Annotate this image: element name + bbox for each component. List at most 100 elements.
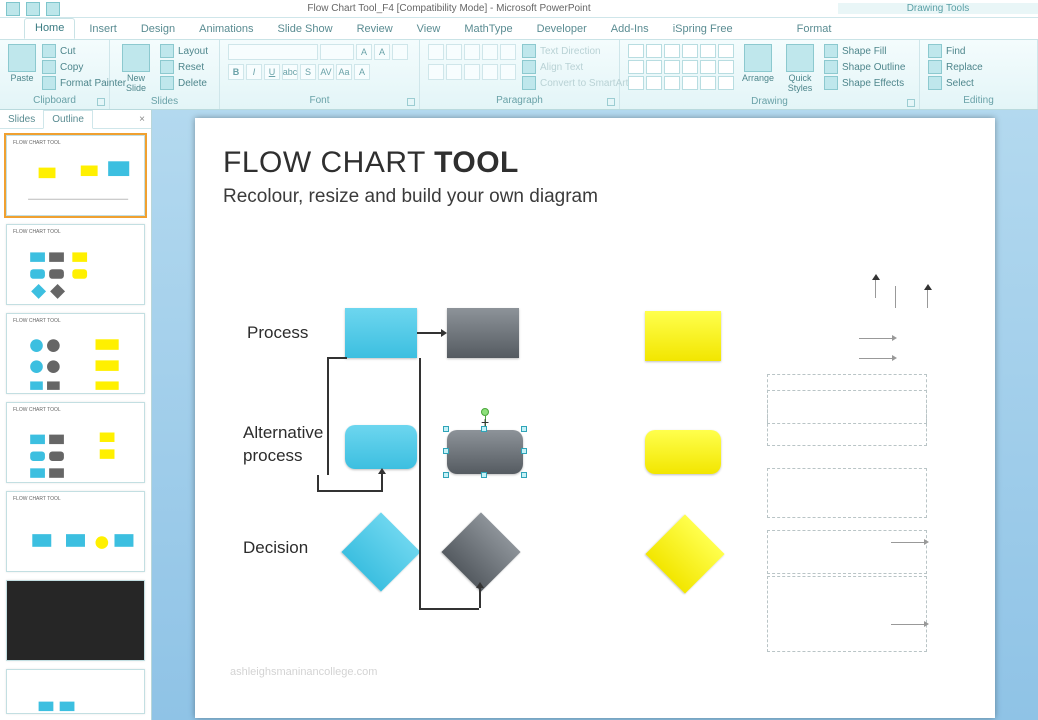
dialog-launcher-icon[interactable] [97, 98, 105, 106]
tab-animations[interactable]: Animations [189, 20, 263, 39]
shape-outline-button[interactable]: Shape Outline [824, 60, 905, 74]
label-altprocess-2[interactable]: process [243, 446, 303, 466]
shape-decision-cyan[interactable] [341, 512, 420, 591]
arrange-button[interactable]: Arrange [740, 44, 776, 84]
tab-ispring[interactable]: iSpring Free [663, 20, 743, 39]
select-button[interactable]: Select [928, 76, 983, 90]
tab-insert[interactable]: Insert [79, 20, 127, 39]
slide-thumb-3[interactable]: FLOW CHART TOOL [6, 313, 145, 394]
shape-effects-button[interactable]: Shape Effects [824, 76, 905, 90]
font-size-combo[interactable] [320, 44, 354, 60]
convert-smartart-button[interactable]: Convert to SmartArt [522, 76, 628, 90]
italic-button[interactable]: I [246, 64, 262, 80]
dec-indent-icon[interactable] [464, 44, 480, 60]
handle-ne[interactable] [521, 426, 527, 432]
shape-altprocess-yellow[interactable] [645, 430, 721, 474]
columns-icon[interactable] [500, 64, 516, 80]
slide-thumb-1[interactable]: FLOW CHART TOOL [6, 135, 145, 216]
text-direction-button[interactable]: Text Direction [522, 44, 628, 58]
tab-home[interactable]: Home [24, 18, 75, 39]
label-process[interactable]: Process [247, 323, 308, 343]
tab-design[interactable]: Design [131, 20, 185, 39]
dialog-launcher-icon[interactable] [407, 98, 415, 106]
handle-s[interactable] [481, 472, 487, 478]
reset-button[interactable]: Reset [160, 60, 208, 74]
connector-arrow-1[interactable] [417, 332, 445, 334]
shape-altprocess-cyan[interactable] [345, 425, 417, 469]
align-text-button[interactable]: Align Text [522, 60, 628, 74]
thumbnails[interactable]: FLOW CHART TOOL FLOW CHART TOOL FLOW CHA… [0, 129, 151, 720]
handle-sw[interactable] [443, 472, 449, 478]
replace-button[interactable]: Replace [928, 60, 983, 74]
strike-button[interactable]: abc [282, 64, 298, 80]
align-center-icon[interactable] [446, 64, 462, 80]
slide-subtitle[interactable]: Recolour, resize and build your own diag… [223, 186, 598, 208]
tiny-arrow-3[interactable] [891, 542, 927, 543]
slide-thumb-4[interactable]: FLOW CHART TOOL [6, 402, 145, 483]
find-button[interactable]: Find [928, 44, 983, 58]
label-altprocess-1[interactable]: Alternative [243, 423, 323, 443]
tiny-arrow-1[interactable] [859, 338, 895, 339]
label-decision[interactable]: Decision [243, 538, 308, 558]
shape-process-cyan[interactable] [345, 308, 417, 358]
shape-altprocess-gray-selected[interactable] [447, 430, 523, 474]
connector-h1[interactable] [327, 357, 347, 359]
placeholder-5[interactable] [767, 576, 927, 652]
tiny-arrow-4[interactable] [891, 624, 927, 625]
new-slide-button[interactable]: New Slide [118, 44, 154, 94]
handle-nw[interactable] [443, 426, 449, 432]
delete-button[interactable]: Delete [160, 76, 208, 90]
placeholder-2[interactable] [767, 390, 927, 446]
connector-arrow-up[interactable] [479, 584, 481, 608]
slide-title[interactable]: FLOW CHART TOOL [223, 146, 519, 180]
slide-thumb-2[interactable]: FLOW CHART TOOL [6, 224, 145, 305]
placeholder-4[interactable] [767, 530, 927, 574]
numbering-icon[interactable] [446, 44, 462, 60]
slide-canvas[interactable]: FLOW CHART TOOL Recolour, resize and bui… [195, 118, 995, 718]
connector-v2[interactable] [419, 358, 421, 608]
tiny-arrow-2[interactable] [859, 358, 895, 359]
grow-font-icon[interactable]: A [356, 44, 372, 60]
tab-view[interactable]: View [407, 20, 451, 39]
tab-slides[interactable]: Slides [0, 111, 43, 128]
bold-button[interactable]: B [228, 64, 244, 80]
slide-thumb-5[interactable]: FLOW CHART TOOL [6, 491, 145, 572]
shrink-font-icon[interactable]: A [374, 44, 390, 60]
dialog-launcher-icon[interactable] [907, 99, 915, 107]
inc-indent-icon[interactable] [482, 44, 498, 60]
change-case-button[interactable]: Aa [336, 64, 352, 80]
tab-mathtype[interactable]: MathType [454, 20, 522, 39]
tab-review[interactable]: Review [347, 20, 403, 39]
qat-redo-icon[interactable] [46, 2, 60, 16]
clear-format-icon[interactable] [392, 44, 408, 60]
connector-v1[interactable] [327, 357, 329, 475]
char-spacing-button[interactable]: AV [318, 64, 334, 80]
tiny-arrow-up-2[interactable] [927, 286, 928, 308]
tab-developer[interactable]: Developer [527, 20, 597, 39]
qat-undo-icon[interactable] [26, 2, 40, 16]
qat-save-icon[interactable] [6, 2, 20, 16]
slide-thumb-7[interactable] [6, 669, 145, 714]
tiny-arrow-up-1[interactable] [875, 276, 876, 298]
layout-button[interactable]: Layout [160, 44, 208, 58]
tab-format[interactable]: Format [787, 20, 842, 39]
font-color-button[interactable]: A [354, 64, 370, 80]
shape-fill-button[interactable]: Shape Fill [824, 44, 905, 58]
shape-process-gray[interactable] [447, 308, 519, 358]
connector-h2[interactable] [419, 608, 479, 610]
quick-access-toolbar[interactable] [6, 2, 60, 16]
connector-v3[interactable] [317, 475, 319, 492]
dialog-launcher-icon[interactable] [607, 98, 615, 106]
quick-styles-button[interactable]: Quick Styles [782, 44, 818, 94]
close-pane-icon[interactable]: × [133, 114, 151, 125]
handle-w[interactable] [443, 448, 449, 454]
connector-h3[interactable] [317, 490, 383, 492]
tab-outline[interactable]: Outline [43, 110, 93, 129]
slide-stage[interactable]: FLOW CHART TOOL Recolour, resize and bui… [152, 110, 1038, 720]
shapes-gallery[interactable] [628, 44, 734, 90]
align-right-icon[interactable] [464, 64, 480, 80]
bullets-icon[interactable] [428, 44, 444, 60]
align-left-icon[interactable] [428, 64, 444, 80]
shadow-button[interactable]: S [300, 64, 316, 80]
connector-arrow-up-2[interactable] [381, 470, 383, 492]
